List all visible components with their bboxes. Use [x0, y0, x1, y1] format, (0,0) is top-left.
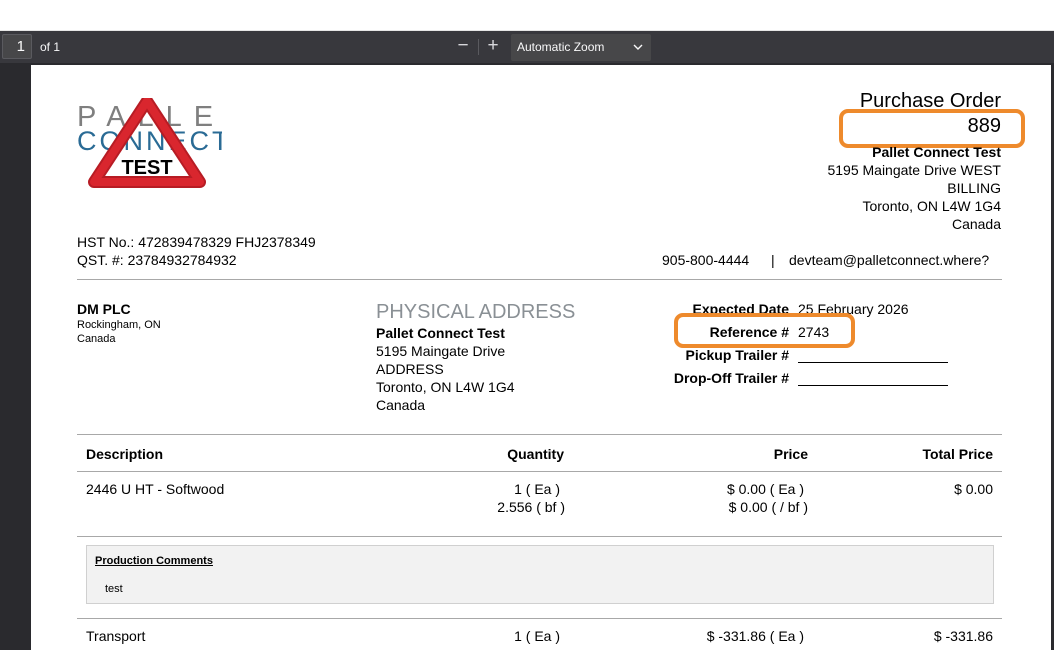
zoom-select-value: Automatic Zoom	[517, 40, 605, 54]
row1-total: $ 0.00	[954, 481, 993, 497]
logo-badge-text: TEST	[121, 157, 172, 179]
col-header-total: Total Price	[922, 446, 993, 462]
row1-qty-ea: 1 ( Ea )	[514, 481, 560, 497]
physical-line2: ADDRESS	[376, 361, 444, 377]
row1-description: 2446 U HT - Softwood	[86, 481, 225, 497]
row2-description: Transport	[86, 628, 146, 644]
pdf-toolbar: 1 of 1 − + Automatic Zoom	[0, 31, 1054, 63]
zoom-select[interactable]: Automatic Zoom	[511, 34, 651, 61]
reference-value: 2743	[798, 324, 830, 340]
billing-address-line2: BILLING	[947, 180, 1001, 196]
physical-address-heading: PHYSICAL ADDRESS	[376, 301, 576, 323]
production-comments-box: Production Comments test	[86, 545, 994, 604]
dropoff-trailer-blank	[798, 385, 948, 386]
production-comments-title: Production Comments	[95, 555, 213, 567]
po-number: 889	[967, 115, 1001, 137]
table-top-divider	[77, 434, 1002, 435]
vendor-name: DM PLC	[77, 301, 131, 317]
physical-company: Pallet Connect Test	[376, 325, 505, 341]
table-header-divider	[77, 471, 1002, 472]
zoom-out-button[interactable]: −	[451, 35, 475, 59]
vendor-country: Canada	[77, 333, 116, 345]
row2-price-ea: $ -331.86 ( Ea )	[706, 628, 804, 644]
billing-city: Toronto, ON L4W 1G4	[862, 198, 1001, 214]
vendor-city: Rockingham, ON	[77, 319, 161, 331]
row2-total: $ -331.86	[933, 628, 993, 644]
production-comments-text: test	[105, 583, 123, 595]
row2-top-divider	[77, 618, 1002, 619]
reference-label: Reference #	[709, 324, 789, 340]
row1-qty-bf: 2.556 ( bf )	[497, 499, 565, 515]
dropoff-trailer-label: Drop-Off Trailer #	[673, 370, 789, 386]
physical-city: Toronto, ON L4W 1G4	[376, 379, 515, 395]
zoom-separator	[478, 39, 479, 55]
billing-address-line1: 5195 Maingate Drive WEST	[827, 162, 1001, 178]
col-header-quantity: Quantity	[507, 446, 564, 462]
physical-country: Canada	[376, 397, 426, 413]
physical-line1: 5195 Maingate Drive	[376, 343, 506, 359]
contact-phone: 905-800-4444	[662, 252, 750, 268]
header-divider	[77, 279, 1002, 280]
logo-word-connect: CONNECT	[77, 126, 222, 156]
row2-qty-ea: 1 ( Ea )	[514, 628, 560, 644]
billing-company: Pallet Connect Test	[872, 144, 1001, 160]
page-number-input[interactable]: 1	[2, 34, 32, 59]
pickup-trailer-blank	[798, 362, 948, 363]
browser-top-strip	[0, 0, 1054, 31]
pdf-page: PALLET CONNECT TEST Purchase Order 889 P…	[31, 65, 1051, 650]
company-logo: PALLET CONNECT TEST	[77, 95, 243, 188]
pickup-trailer-label: Pickup Trailer #	[685, 347, 790, 363]
row1-price-ea: $ 0.00 ( Ea )	[726, 481, 804, 497]
hst-number: HST No.: 472839478329 FHJ2378349	[77, 234, 316, 250]
row1-divider	[77, 536, 1002, 537]
qst-number: QST. #: 23784932784932	[77, 252, 237, 268]
billing-country: Canada	[951, 216, 1001, 232]
row1-price-bf: $ 0.00 ( / bf )	[728, 499, 808, 515]
col-header-price: Price	[773, 446, 808, 462]
contact-email[interactable]: devteam@palletconnect.where?	[789, 252, 989, 268]
page-count-label: of 1	[40, 40, 61, 54]
contact-divider: |	[771, 252, 775, 268]
col-header-description: Description	[86, 446, 164, 462]
zoom-in-button[interactable]: +	[481, 35, 505, 59]
